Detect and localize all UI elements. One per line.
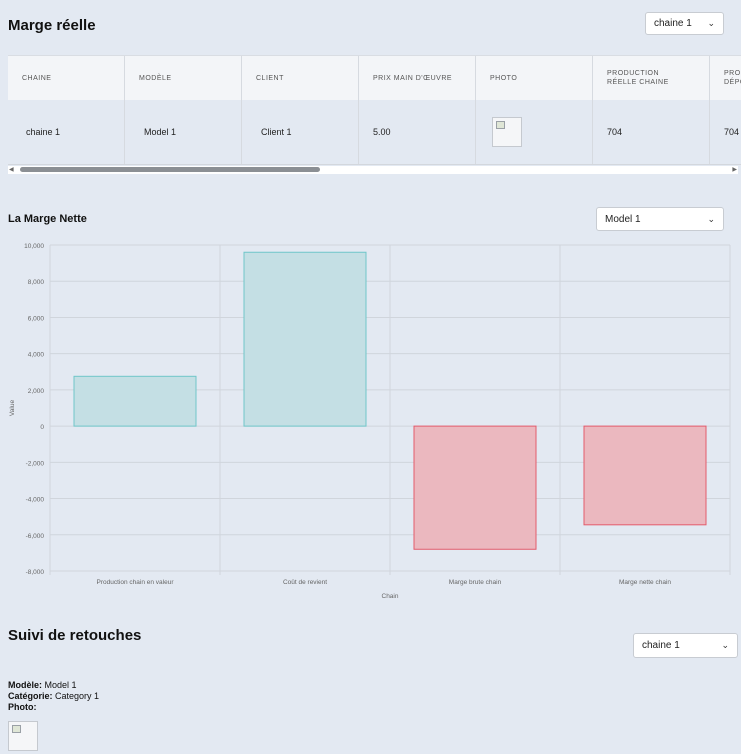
y-tick-label: 2,000: [28, 388, 45, 395]
bar-0[interactable]: [73, 375, 197, 427]
marge-nette-title: La Marge Nette: [8, 213, 87, 225]
model-select[interactable]: Model 1 ⌄: [596, 207, 724, 231]
table-row: chaine 1 Model 1 Client 1 5.00 704 704: [8, 100, 741, 165]
y-tick-label: 0: [40, 424, 44, 431]
retouche-info: Modèle: Model 1 Catégorie: Category 1 Ph…: [8, 680, 99, 713]
y-tick-label: -2,000: [26, 460, 45, 467]
x-tick-label: Coût de revient: [283, 579, 327, 586]
broken-image-icon: [8, 721, 38, 751]
table-header-row: CHAINE MODÈLE CLIENT PRIX MAIN D'ŒUVRE P…: [8, 55, 741, 101]
col-modele: MODÈLE: [125, 56, 242, 100]
marge-nette-chart: 10,000 8,000 6,000 4,000 2,000 0 -2,000 -4,000 -…: [9, 243, 731, 600]
col-photo: PHOTO: [476, 56, 593, 100]
scrollbar-thumb[interactable]: [20, 167, 320, 172]
cell-client: Client 1: [242, 100, 359, 164]
y-tick-label: 8,000: [28, 279, 45, 286]
chevron-down-icon: ⌄: [721, 640, 729, 650]
x-tick-label: Production chain en valeur: [97, 579, 175, 586]
y-tick-label: -8,000: [26, 569, 45, 576]
marge-table: CHAINE MODÈLE CLIENT PRIX MAIN D'ŒUVRE P…: [8, 55, 741, 175]
y-tick-label: 6,000: [28, 315, 45, 322]
bar-1[interactable]: [243, 251, 367, 427]
x-tick-label: Marge nette chain: [619, 579, 671, 586]
col-prod-depot: PROD DÉPO: [710, 56, 741, 100]
y-tick-label: 10,000: [24, 243, 44, 250]
photo-line: Photo:: [8, 702, 37, 712]
broken-image-icon: [492, 117, 522, 147]
retouches-chaine-select[interactable]: chaine 1 ⌄: [633, 633, 738, 658]
modele-line: Modèle: Model 1: [8, 680, 77, 690]
cell-prix: 5.00: [359, 100, 476, 164]
col-production-reelle: PRODUCTION RÉELLE CHAINE: [593, 56, 710, 100]
cell-chaine: chaine 1: [8, 100, 125, 164]
chevron-down-icon: ⌄: [707, 18, 715, 28]
chaine-select[interactable]: chaine 1 ⌄: [645, 12, 724, 35]
y-tick-label: 4,000: [28, 352, 45, 359]
bar-3[interactable]: [583, 425, 707, 526]
categorie-line: Catégorie: Category 1: [8, 691, 100, 701]
cell-modele: Model 1: [125, 100, 242, 164]
model-select-value: Model 1: [605, 213, 641, 225]
cell-photo: [476, 100, 593, 164]
marge-reelle-title: Marge réelle: [8, 17, 96, 34]
col-chaine: CHAINE: [8, 56, 125, 100]
modele-value: Model 1: [44, 680, 77, 690]
x-tick-label: Marge brute chain: [449, 579, 502, 586]
col-prix-main-oeuvre: PRIX MAIN D'ŒUVRE: [359, 56, 476, 100]
col-client: CLIENT: [242, 56, 359, 100]
y-axis-title: Value: [9, 400, 16, 417]
table-horizontal-scrollbar[interactable]: ◀ ▶: [8, 166, 738, 174]
retouches-title: Suivi de retouches: [8, 627, 142, 644]
cell-production: 704: [593, 100, 710, 164]
bar-2[interactable]: [413, 425, 537, 550]
y-tick-label: -4,000: [26, 497, 45, 504]
arrow-right-icon[interactable]: ▶: [732, 166, 737, 173]
arrow-left-icon[interactable]: ◀: [9, 166, 14, 173]
chevron-down-icon: ⌄: [707, 213, 715, 224]
y-tick-label: -6,000: [26, 533, 45, 540]
cell-prod-depot: 704: [710, 100, 741, 164]
chaine-select-value: chaine 1: [654, 18, 692, 29]
x-axis-title: Chain: [382, 593, 399, 600]
retouches-select-value: chaine 1: [642, 640, 680, 651]
categorie-value: Category 1: [55, 691, 100, 701]
